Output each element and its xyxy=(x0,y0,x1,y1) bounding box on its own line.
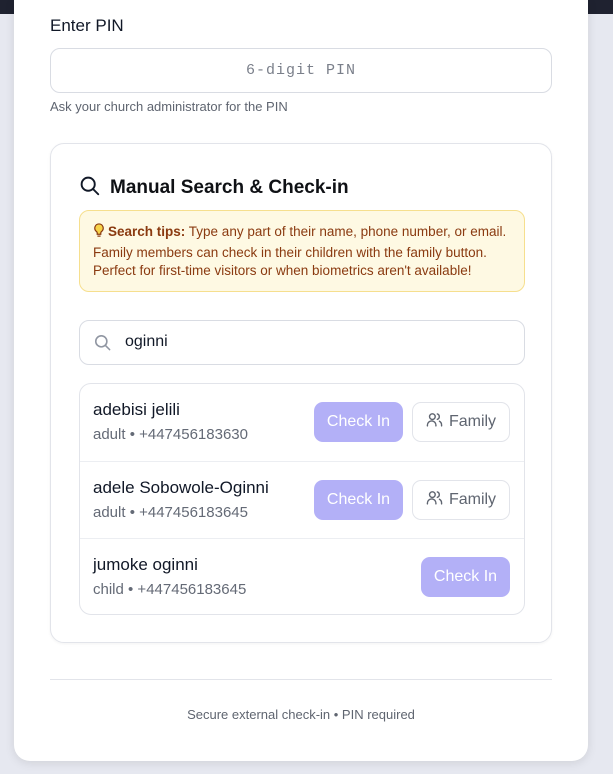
result-row: adebisi jelili adult • +447456183630 Che… xyxy=(80,384,524,462)
family-button[interactable]: Family xyxy=(412,402,510,442)
users-icon xyxy=(426,489,443,511)
result-name: jumoke oginni xyxy=(93,555,198,574)
search-icon xyxy=(93,333,112,357)
result-row: adele Sobowole-Oginni adult • +447456183… xyxy=(80,462,524,539)
search-input[interactable]: oginni xyxy=(79,320,525,365)
pin-input[interactable]: 6-digit PIN xyxy=(50,48,552,93)
lightbulb-icon xyxy=(93,223,105,244)
search-results-list: adebisi jelili adult • +447456183630 Che… xyxy=(79,383,525,615)
family-button-label: Family xyxy=(448,413,497,430)
result-meta: adult • +447456183645 xyxy=(93,503,248,521)
manual-search-title: Manual Search & Check-in xyxy=(110,177,349,198)
checkin-card: Enter PIN 6-digit PIN Ask your church ad… xyxy=(14,0,588,761)
family-button[interactable]: Family xyxy=(412,479,510,520)
check-in-button[interactable]: Check In xyxy=(314,479,403,520)
search-tips-box: Search tips: Type any part of their name… xyxy=(79,210,525,292)
users-icon xyxy=(426,411,443,433)
result-row: jumoke oginni child • +447456183645 Chec… xyxy=(80,539,524,614)
result-meta: adult • +447456183630 xyxy=(93,426,248,443)
check-in-button[interactable]: Check In xyxy=(314,402,403,442)
result-meta: child • +447456183645 xyxy=(93,581,247,598)
pin-help-text: Ask your church administrator for the PI… xyxy=(50,99,288,114)
manual-search-panel: Manual Search & Check-in Search tips: Ty… xyxy=(50,143,552,643)
search-value: oginni xyxy=(125,333,168,350)
pin-placeholder: 6-digit PIN xyxy=(245,62,357,79)
check-in-button[interactable]: Check In xyxy=(421,557,510,597)
search-icon xyxy=(79,175,100,201)
family-button-label: Family xyxy=(448,490,497,508)
result-name: adebisi jelili xyxy=(93,400,180,419)
search-tips-label: Search tips: xyxy=(108,224,186,239)
footer-text: Secure external check-in • PIN required xyxy=(187,707,415,722)
pin-label: Enter PIN xyxy=(50,16,124,35)
manual-search-header: Manual Search & Check-in xyxy=(79,175,349,201)
result-name: adele Sobowole-Oginni xyxy=(93,477,269,497)
footer-divider xyxy=(50,679,552,680)
